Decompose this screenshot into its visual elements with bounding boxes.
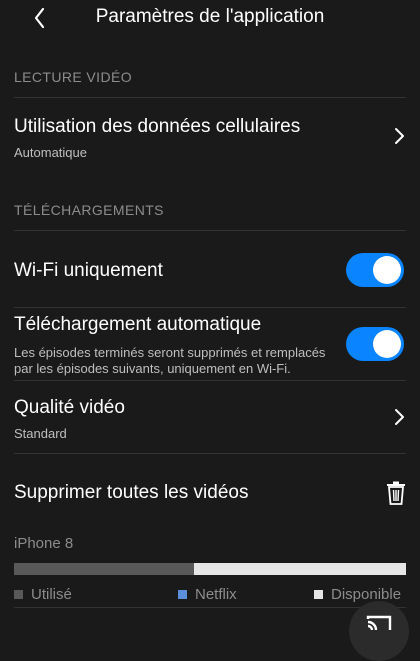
cast-icon [366,615,392,631]
auto-download-row: Téléchargement automatique Les épisodes … [0,308,420,380]
legend-netflix: Netflix [178,585,237,603]
video-quality-row[interactable]: Qualité vidéo Standard [0,381,420,453]
storage-used-fill [14,563,195,575]
delete-all-row[interactable]: Supprimer toutes les vidéos [0,454,420,526]
legend-swatch-available [314,589,323,599]
cast-button[interactable] [349,601,409,661]
wifi-only-title: Wi-Fi uniquement [14,260,163,281]
header: Paramètres de l'application [0,0,420,36]
legend-netflix-label: Netflix [195,585,237,603]
auto-download-description-line-2: par les épisodes suivants, uniquement en… [14,361,291,376]
video-quality-value: Standard [14,426,67,441]
delete-all-title: Supprimer toutes les vidéos [14,482,249,503]
section-label-video-playback: LECTURE VIDÉO [14,69,132,85]
auto-download-title: Téléchargement automatique [14,314,262,335]
trash-icon[interactable] [386,481,406,505]
legend-swatch-used [14,589,23,599]
wifi-only-toggle[interactable] [346,253,404,287]
section-label-downloads: TÉLÉCHARGEMENTS [14,202,164,218]
cellular-data-title: Utilisation des données cellulaires [14,116,301,137]
legend-available-label: Disponible [331,585,402,603]
cellular-data-value: Automatique [14,145,87,160]
auto-download-toggle[interactable] [346,327,404,361]
legend-used: Utilisé [14,585,72,603]
cellular-data-row[interactable]: Utilisation des données cellulaires Auto… [0,98,420,178]
legend-used-label: Utilisé [31,585,72,603]
legend-swatch-netflix [178,589,187,599]
toggle-knob [373,330,401,358]
storage-bar [14,563,406,575]
chevron-right-icon [395,128,404,144]
toggle-knob [373,256,401,284]
divider [14,607,406,608]
page-title: Paramètres de l'application [95,6,325,27]
auto-download-description-line-1: Les épisodes terminés seront supprimés e… [14,345,326,360]
wifi-only-row: Wi-Fi uniquement [0,231,420,307]
video-quality-title: Qualité vidéo [14,397,125,418]
storage-device-label: iPhone 8 [14,535,74,552]
chevron-right-icon [395,409,404,425]
